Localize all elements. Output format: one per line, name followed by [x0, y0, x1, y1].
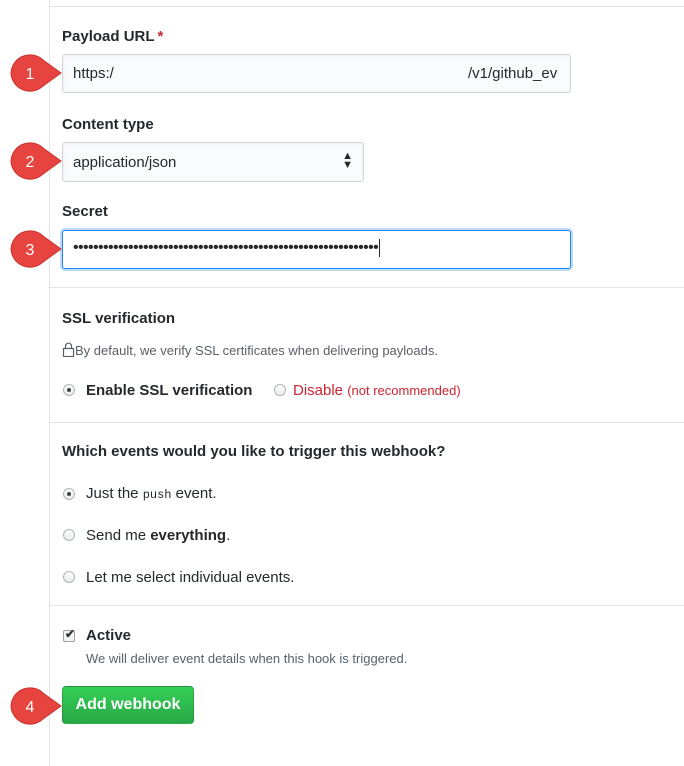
- section-divider: [50, 422, 684, 423]
- ssl-disable-option[interactable]: Disable (not recommended): [293, 382, 461, 399]
- step-marker-2-number: 2: [26, 154, 35, 171]
- events-everything-suffix: .: [226, 527, 231, 544]
- events-heading: Which events would you like to trigger t…: [62, 443, 446, 460]
- content-type-select[interactable]: application/json ▲ ▼: [62, 142, 364, 182]
- secret-input[interactable]: ••••••••••••••••••••••••••••••••••••••••…: [62, 230, 571, 269]
- section-divider: [50, 605, 684, 606]
- payload-url-input[interactable]: https:/ /v1/github_ev: [62, 54, 571, 93]
- ssl-disable-radio[interactable]: [274, 384, 286, 396]
- payload-url-label-text: Payload URL: [62, 28, 155, 45]
- payload-url-value-end: /v1/github_ev: [468, 65, 558, 82]
- ssl-heading: SSL verification: [62, 310, 176, 327]
- events-push-code: push: [142, 488, 172, 502]
- add-webhook-button[interactable]: Add webhook: [62, 686, 194, 724]
- active-note: We will deliver event details when this …: [86, 651, 408, 666]
- payload-url-value-start: https:/: [73, 65, 114, 82]
- step-marker-3-number: 3: [26, 242, 35, 259]
- events-push-suffix: event.: [171, 485, 217, 502]
- ssl-note: By default, we verify SSL certificates w…: [62, 342, 438, 358]
- text-caret: [379, 239, 381, 257]
- events-individual-radio[interactable]: [63, 571, 75, 583]
- events-everything-prefix: Send me: [86, 527, 151, 544]
- ssl-note-text: By default, we verify SSL certificates w…: [75, 343, 438, 358]
- events-everything-bold: everything: [150, 527, 227, 544]
- step-marker-4-number: 4: [26, 699, 35, 716]
- secret-label: Secret: [62, 203, 108, 220]
- ssl-enable-radio[interactable]: [63, 384, 75, 396]
- active-label[interactable]: Active: [86, 627, 131, 644]
- content-left-border: [49, 0, 50, 766]
- required-asterisk: *: [157, 28, 164, 45]
- content-type-selected-value: application/json: [73, 154, 177, 171]
- step-marker-1: 1: [10, 54, 62, 92]
- content-type-label: Content type: [62, 116, 154, 133]
- payload-url-label: Payload URL *: [62, 28, 163, 45]
- active-checkbox[interactable]: ✔: [63, 627, 76, 642]
- checkmark-icon: ✔: [65, 627, 76, 641]
- step-marker-1-number: 1: [26, 66, 35, 83]
- ssl-disable-note: (not recommended): [347, 383, 461, 398]
- ssl-enable-label[interactable]: Enable SSL verification: [86, 382, 252, 399]
- lock-icon: [62, 342, 75, 358]
- events-everything-radio[interactable]: [63, 529, 75, 541]
- section-divider: [50, 287, 684, 288]
- step-marker-4: 4: [10, 687, 62, 725]
- ssl-disable-label: Disable: [293, 382, 344, 399]
- events-everything-label[interactable]: Send me everything.: [86, 527, 230, 544]
- secret-masked-value: ••••••••••••••••••••••••••••••••••••••••…: [73, 239, 379, 257]
- content-top-border: [49, 6, 684, 7]
- select-arrows-icon: ▲ ▼: [342, 150, 353, 171]
- events-push-radio[interactable]: [63, 488, 75, 500]
- step-marker-3: 3: [10, 230, 62, 268]
- events-individual-label[interactable]: Let me select individual events.: [86, 569, 294, 586]
- events-push-label[interactable]: Just the push event.: [86, 485, 217, 502]
- step-marker-2: 2: [10, 142, 62, 180]
- events-push-prefix: Just the: [86, 485, 143, 502]
